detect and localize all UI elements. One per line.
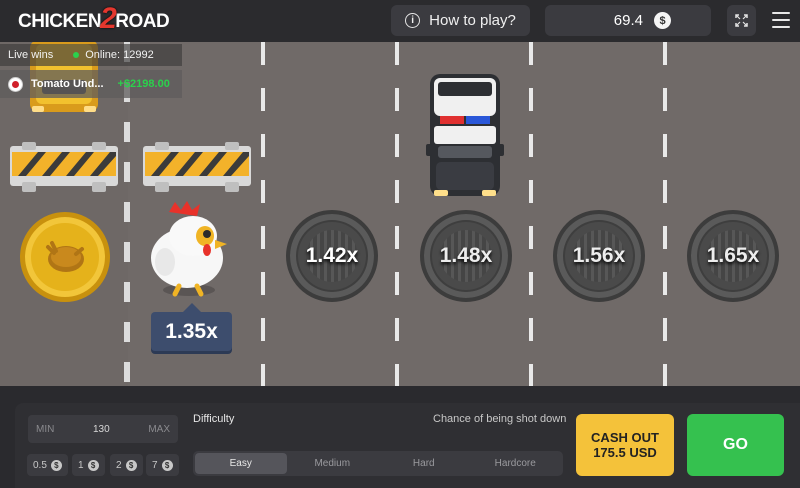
- barrier-icon: [143, 142, 251, 192]
- player-name: Tomato Und...: [31, 78, 104, 90]
- game-screen: CHICKEN 2 ROAD i How to play? 69.4 $ 1.4…: [0, 0, 800, 488]
- police-car-icon: [426, 74, 504, 196]
- cash-out-label: CASH OUT: [591, 430, 659, 445]
- dollar-coin-icon: $: [654, 12, 671, 29]
- hamburger-menu-icon[interactable]: [770, 10, 792, 30]
- tab-hard[interactable]: Hard: [378, 453, 470, 474]
- balance-display: 69.4 $: [545, 5, 711, 36]
- lane-multiplier: 1.56x: [572, 244, 626, 267]
- quick-bet-button[interactable]: 2 $: [110, 454, 143, 476]
- lane-multiplier: 1.42x: [305, 244, 359, 267]
- quick-bet-button[interactable]: 7 $: [146, 454, 179, 476]
- tab-medium[interactable]: Medium: [287, 453, 379, 474]
- live-wins-header: Live wins Online: 12992: [0, 44, 182, 66]
- quick-bet-button[interactable]: 0.5 $: [27, 454, 68, 476]
- chicken-icon: [151, 201, 227, 297]
- lane-manhole[interactable]: 1.56x: [553, 210, 645, 302]
- dollar-coin-icon: $: [125, 459, 137, 471]
- live-win-entry: Tomato Und... +$2198.00: [0, 70, 182, 98]
- max-bet-button[interactable]: MAX: [148, 424, 170, 435]
- quick-bet-button[interactable]: 1 $: [72, 454, 105, 476]
- bet-amount-value[interactable]: 130: [93, 424, 110, 435]
- balance-value: 69.4: [613, 12, 643, 29]
- lane-manhole[interactable]: 1.42x: [286, 210, 378, 302]
- top-bar: CHICKEN 2 ROAD i How to play? 69.4 $: [0, 0, 800, 42]
- lane-manhole[interactable]: 1.65x: [687, 210, 779, 302]
- live-wins-panel: Live wins Online: 12992 Tomato Und... +$…: [0, 44, 182, 100]
- roast-chicken-coin-icon: [20, 212, 110, 302]
- tab-hardcore[interactable]: Hardcore: [470, 453, 562, 474]
- lane-divider: [663, 42, 667, 386]
- difficulty-label: Difficulty: [193, 413, 235, 425]
- lane-multiplier: 1.48x: [439, 244, 493, 267]
- bet-amount-field[interactable]: MIN 130 MAX: [28, 415, 178, 443]
- fullscreen-icon: [735, 14, 748, 27]
- min-bet-button[interactable]: MIN: [36, 424, 54, 435]
- online-dot-icon: [73, 52, 80, 58]
- dollar-coin-icon: $: [50, 459, 62, 471]
- tab-easy[interactable]: Easy: [195, 453, 287, 474]
- cash-out-button[interactable]: CASH OUT 175.5 USD: [576, 414, 674, 476]
- chance-label: Chance of being shot down: [433, 413, 567, 425]
- japan-flag-icon: [8, 76, 23, 92]
- how-to-play-label: How to play?: [429, 12, 516, 29]
- cash-out-amount: 175.5 USD: [593, 445, 657, 460]
- info-icon: i: [405, 13, 421, 28]
- fullscreen-button[interactable]: [727, 5, 756, 36]
- dollar-coin-icon: $: [87, 459, 99, 471]
- lane-divider: [395, 42, 399, 386]
- lane-manhole[interactable]: 1.48x: [420, 210, 512, 302]
- live-wins-label: Live wins: [8, 49, 54, 61]
- dollar-coin-icon: $: [161, 459, 173, 471]
- game-logo: CHICKEN 2 ROAD: [18, 2, 170, 35]
- current-multiplier-badge: 1.35x: [151, 303, 232, 351]
- lane-divider: [261, 42, 265, 386]
- difficulty-tabs: Easy Medium Hard Hardcore: [193, 451, 563, 476]
- go-button[interactable]: GO: [687, 414, 784, 476]
- lane-divider: [529, 42, 533, 386]
- online-count: Online: 12992: [85, 49, 154, 61]
- win-amount: +$2198.00: [117, 78, 170, 90]
- barrier-icon: [10, 142, 118, 192]
- lane-multiplier: 1.65x: [706, 244, 760, 267]
- how-to-play-button[interactable]: i How to play?: [391, 5, 530, 36]
